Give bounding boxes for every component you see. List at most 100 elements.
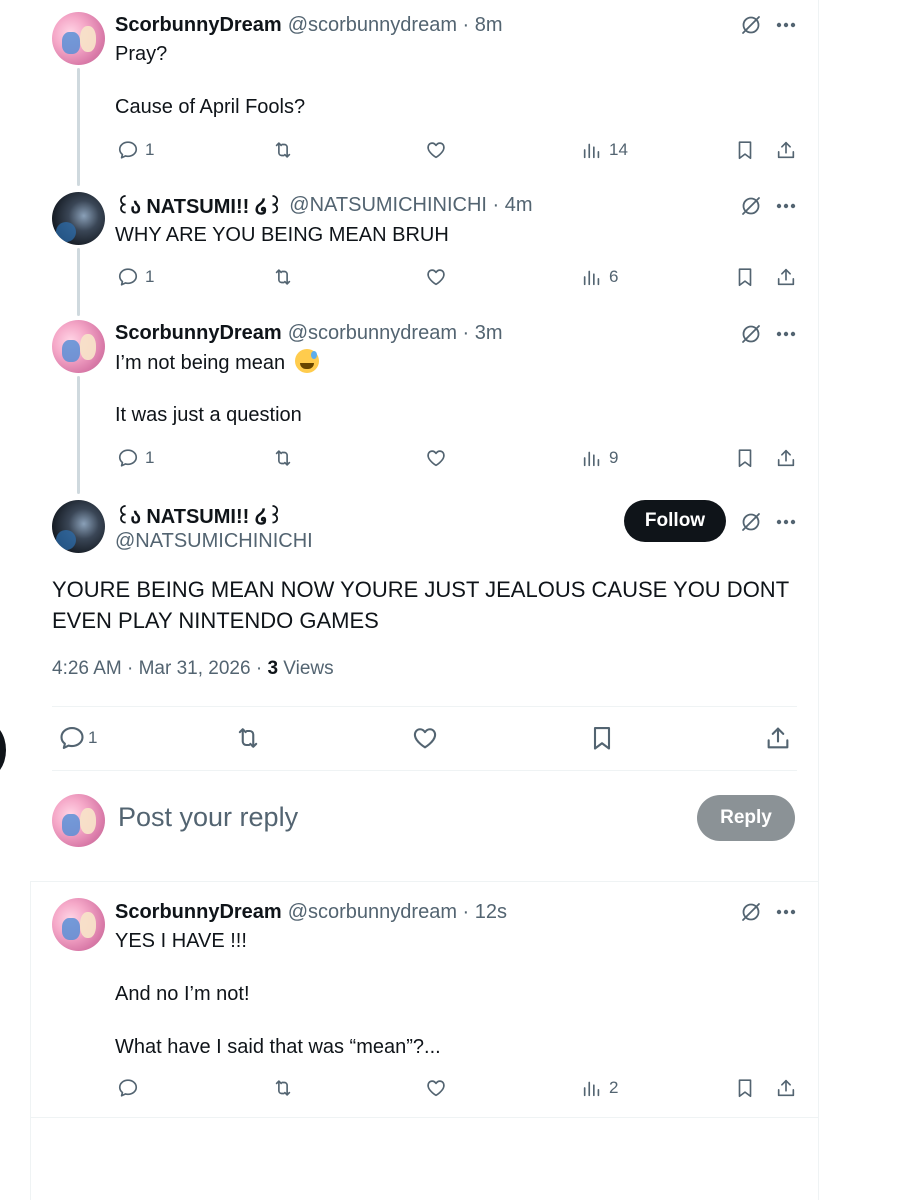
follow-button[interactable]: Follow [624,500,726,542]
retweet-button[interactable] [272,447,294,469]
retweet-icon [275,1080,291,1096]
edge-floating-button[interactable] [0,722,6,778]
views-button[interactable]: 6 [581,266,618,288]
share-button[interactable] [775,447,797,469]
more-icon[interactable] [774,194,798,218]
tweet-text-line: Pray? [115,43,168,65]
divider [52,706,797,707]
reply-button[interactable]: 1 [117,447,154,469]
views-icon [583,451,600,467]
display-name[interactable]: ScorbunnyDream [115,14,282,37]
reply-submit-button[interactable]: Reply [697,795,795,841]
tweet-text-line: And no I’m not! [115,983,250,1005]
more-icon[interactable] [774,900,798,924]
tweet-text-line: What have I said that was “mean”?... [115,1036,441,1058]
views-icon [583,270,600,286]
reply-icon [60,727,84,749]
reply-icon [118,449,138,467]
grok-icon[interactable] [739,510,763,534]
share-icon [777,141,795,159]
avatar[interactable] [52,192,105,245]
tweet-text-line: WHY ARE YOU BEING MEAN BRUH [115,224,449,246]
bookmark-icon [738,449,752,468]
display-name[interactable]: ScorbunnyDream [115,322,282,345]
thread-connector [77,376,80,494]
handle-and-time[interactable]: @scorbunnydream · 12s [288,901,507,924]
retweet-icon [275,269,291,285]
avatar[interactable] [52,500,105,553]
grinning-sweat-emoji-icon [294,349,319,373]
bookmark-icon [738,268,752,287]
heart-icon [427,450,445,467]
retweet-button[interactable] [272,139,294,161]
divider [52,770,797,771]
grok-icon[interactable] [739,322,763,346]
bookmark-button[interactable] [734,266,756,288]
like-button[interactable] [425,139,447,161]
grok-icon[interactable] [739,13,763,37]
tweet-text-line: I’m not being mean [115,352,286,374]
retweet-icon [275,450,291,466]
views-button[interactable]: 14 [581,139,628,161]
heart-icon [427,1080,445,1097]
thread-connector [77,248,80,316]
reply-count: 1 [145,448,155,467]
like-button[interactable] [425,1077,447,1099]
bookmark-icon [738,141,752,160]
handle-and-time[interactable]: @scorbunnydream · 3m [288,322,503,345]
more-icon[interactable] [774,322,798,346]
like-button[interactable] [425,447,447,469]
share-button[interactable] [775,266,797,288]
share-icon [777,449,795,467]
bookmark-button[interactable] [734,139,756,161]
avatar[interactable] [52,898,105,951]
more-icon[interactable] [774,13,798,37]
handle-and-time[interactable]: @scorbunnydream · 8m [288,14,503,37]
tweet-text-line: Cause of April Fools? [115,96,306,118]
divider [30,1117,819,1118]
more-icon[interactable] [774,510,798,534]
reply-count: 1 [88,728,98,747]
share-icon [777,1079,795,1097]
avatar[interactable] [52,12,105,65]
bookmark-button[interactable] [588,724,616,752]
retweet-button[interactable] [234,724,262,752]
timestamp[interactable]: 4:26 AM · Mar 31, 2026 · [52,658,267,679]
display-name[interactable]: ꒰ა NATSUMI!! ໒꒱ [115,502,283,529]
share-button[interactable] [764,724,792,752]
bookmark-button[interactable] [734,1077,756,1099]
views-icon [583,1081,600,1097]
reply-icon [118,268,138,286]
handle-and-time[interactable]: @NATSUMICHINICHI · 4m [289,194,532,217]
reply-button[interactable]: 1 [117,266,154,288]
like-button[interactable] [425,266,447,288]
thread-connector [77,68,80,186]
like-button[interactable] [411,724,439,752]
reply-button[interactable] [117,1077,139,1099]
retweet-button[interactable] [272,1077,294,1099]
views-button[interactable]: 2 [581,1077,618,1099]
bookmark-button[interactable] [734,447,756,469]
heart-icon [413,728,437,749]
timeline-border-right [818,0,819,1200]
grok-icon[interactable] [739,194,763,218]
heart-icon [427,269,445,286]
avatar [52,794,105,847]
display-name[interactable]: ScorbunnyDream [115,901,282,924]
retweet-icon [275,142,291,158]
grok-icon[interactable] [739,900,763,924]
reply-button[interactable]: 1 [58,724,97,752]
retweet-button[interactable] [272,266,294,288]
display-name[interactable]: ꒰ა NATSUMI!! ໒꒱ [115,192,283,219]
bookmark-icon [593,727,611,750]
avatar[interactable] [52,320,105,373]
share-icon [767,727,789,749]
views-count: 3 [267,658,279,679]
handle[interactable]: @NATSUMICHINICHI [115,530,313,553]
reply-input[interactable]: Post your reply [118,802,298,833]
views-button[interactable]: 9 [581,447,618,469]
share-button[interactable] [775,139,797,161]
tweet-metadata: 4:26 AM · Mar 31, 2026 · 3 Views [52,658,334,680]
reply-button[interactable]: 1 [117,139,154,161]
share-button[interactable] [775,1077,797,1099]
